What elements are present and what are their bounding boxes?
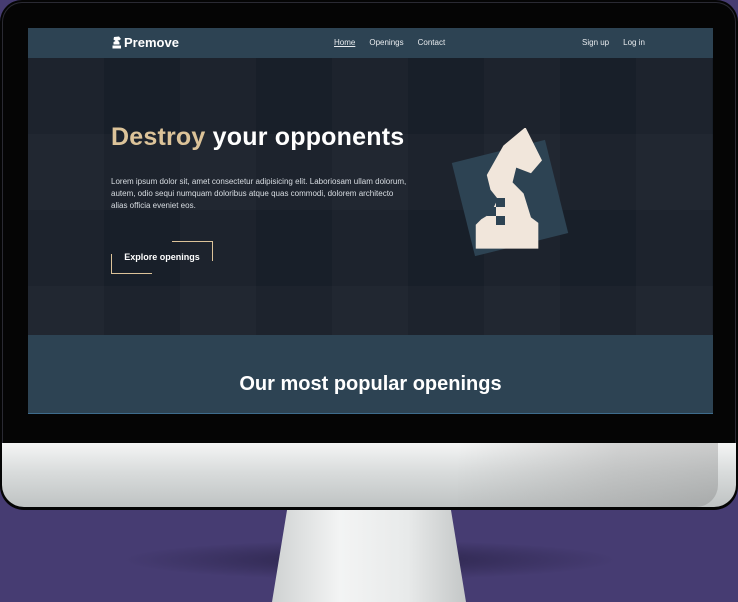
brand-name: Premove <box>124 35 179 50</box>
section-title: Our most popular openings <box>239 373 502 395</box>
chess-knight-icon <box>451 128 569 257</box>
knight-icon <box>112 36 121 49</box>
hero-section: Destroy your opponents Lorem ipsum dolor… <box>28 58 713 335</box>
popular-openings-section: Our most popular openings <box>28 335 713 414</box>
cta-label: Explore openings <box>124 252 200 262</box>
headline-accent: Destroy <box>111 123 206 151</box>
sign-up-link[interactable]: Sign up <box>582 38 609 47</box>
headline-rest: your opponents <box>205 123 405 151</box>
nav-link-contact[interactable]: Contact <box>418 38 446 47</box>
brand-logo[interactable]: Premove <box>112 35 179 50</box>
log-in-link[interactable]: Log in <box>623 38 645 47</box>
monitor-stand <box>272 507 466 602</box>
monitor-chin <box>2 443 736 507</box>
explore-openings-button[interactable]: Explore openings <box>111 241 213 274</box>
auth-links: Sign up Log in <box>582 38 645 47</box>
nav-link-openings[interactable]: Openings <box>369 38 403 47</box>
monitor-frame: Premove Home Openings Contact Sign up Lo… <box>0 0 738 510</box>
nav-link-home[interactable]: Home <box>334 38 355 47</box>
main-nav-links: Home Openings Contact <box>334 38 445 47</box>
section-divider <box>28 413 713 414</box>
hero-description: Lorem ipsum dolor sit, amet consectetur … <box>111 177 407 210</box>
top-navbar: Premove Home Openings Contact Sign up Lo… <box>28 28 713 58</box>
hero-headline: Destroy your opponents <box>111 123 404 152</box>
website-screen: Premove Home Openings Contact Sign up Lo… <box>28 28 713 414</box>
